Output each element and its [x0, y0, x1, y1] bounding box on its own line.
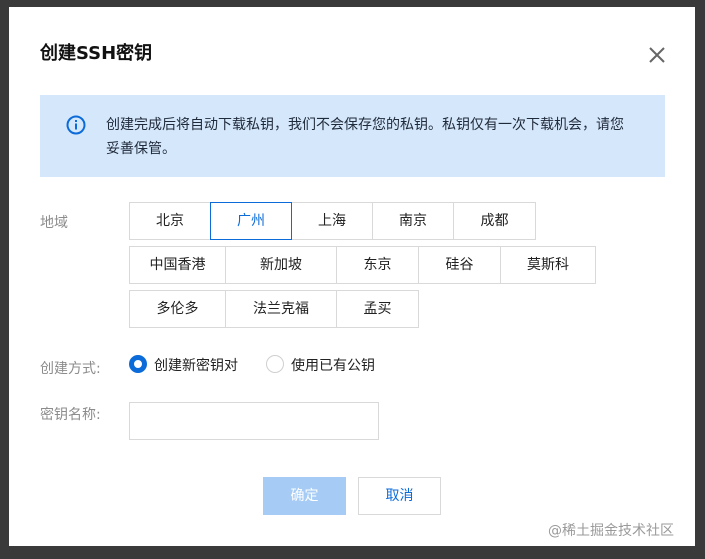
region-option-moscow[interactable]: 莫斯科 — [500, 246, 596, 284]
radio-use-existing-label[interactable]: 使用已有公钥 — [291, 355, 375, 375]
region-option-beijing[interactable]: 北京 — [129, 202, 211, 240]
radio-create-new-label[interactable]: 创建新密钥对 — [154, 355, 238, 375]
region-option-hongkong[interactable]: 中国香港 — [129, 246, 226, 284]
method-label: 创建方式: — [40, 361, 101, 377]
info-icon — [66, 115, 86, 135]
watermark: @稀土掘金技术社区 — [548, 523, 674, 539]
region-option-mumbai[interactable]: 孟买 — [336, 290, 419, 328]
radio-use-existing[interactable] — [266, 355, 284, 373]
notice-text: 创建完成后将自动下载私钥，我们不会保存您的私钥。私钥仅有一次下载机会，请您妥善保… — [106, 117, 624, 157]
key-name-label: 密钥名称: — [40, 407, 101, 423]
cancel-button[interactable]: 取消 — [358, 477, 441, 515]
key-name-input[interactable] — [129, 402, 379, 440]
confirm-button[interactable]: 确定 — [263, 477, 346, 515]
region-option-toronto[interactable]: 多伦多 — [129, 290, 226, 328]
region-option-shanghai[interactable]: 上海 — [291, 202, 373, 240]
region-option-chengdu[interactable]: 成都 — [453, 202, 536, 240]
radio-create-new[interactable] — [129, 355, 147, 373]
region-option-frankfurt[interactable]: 法兰克福 — [225, 290, 337, 328]
create-ssh-key-dialog: 创建SSH密钥 创建完成后将自动下载私钥，我们不会保存您的私钥。私钥仅有一次下载… — [9, 7, 695, 546]
region-option-guangzhou[interactable]: 广州 — [210, 202, 292, 240]
close-icon[interactable] — [647, 45, 667, 65]
notice-banner: 创建完成后将自动下载私钥，我们不会保存您的私钥。私钥仅有一次下载机会，请您妥善保… — [40, 95, 665, 177]
region-option-nanjing[interactable]: 南京 — [372, 202, 454, 240]
region-label: 地域 — [40, 215, 68, 231]
region-option-singapore[interactable]: 新加坡 — [225, 246, 337, 284]
region-option-silicon-valley[interactable]: 硅谷 — [418, 246, 501, 284]
dialog-title: 创建SSH密钥 — [40, 43, 153, 64]
region-option-tokyo[interactable]: 东京 — [336, 246, 419, 284]
